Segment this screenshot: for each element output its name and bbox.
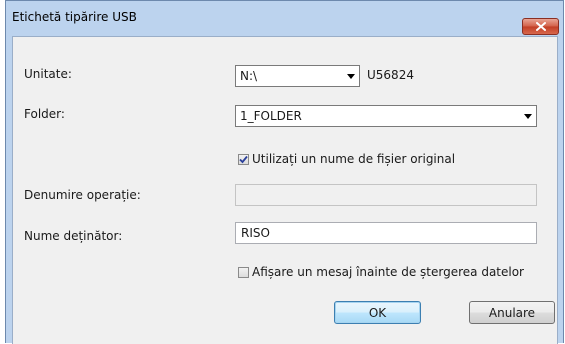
unit-device-id: U56824 bbox=[367, 68, 414, 82]
unit-label: Unitate: bbox=[24, 67, 72, 81]
job-name-input[interactable] bbox=[235, 184, 537, 206]
close-button[interactable] bbox=[522, 18, 559, 35]
title-bar[interactable]: Etichetă tipărire USB bbox=[6, 1, 563, 35]
window-title: Etichetă tipărire USB bbox=[12, 10, 137, 24]
checkbox-box[interactable] bbox=[238, 266, 249, 278]
show-delete-message-checkbox[interactable]: Afișare un mesaj înainte de ștergerea da… bbox=[238, 265, 524, 279]
unit-value: N:\ bbox=[240, 69, 258, 83]
unit-dropdown[interactable]: N:\ bbox=[235, 65, 360, 87]
dialog-content: Unitate: N:\ U56824 Folder: 1_FOLDER Uti… bbox=[12, 36, 558, 344]
folder-dropdown[interactable]: 1_FOLDER bbox=[235, 105, 537, 127]
folder-label: Folder: bbox=[24, 107, 65, 121]
close-icon bbox=[535, 22, 546, 31]
checkmark-icon bbox=[239, 155, 248, 163]
owner-name-label: Nume deținător: bbox=[24, 229, 123, 243]
cancel-button[interactable]: Anulare bbox=[469, 301, 555, 324]
folder-value: 1_FOLDER bbox=[240, 109, 302, 123]
dropdown-arrow-icon bbox=[343, 73, 359, 79]
dropdown-arrow-icon bbox=[520, 113, 536, 119]
show-delete-message-label: Afișare un mesaj înainte de ștergerea da… bbox=[252, 265, 524, 279]
ok-button[interactable]: OK bbox=[334, 301, 421, 324]
owner-name-input[interactable]: RISO bbox=[235, 222, 537, 244]
checkbox-box[interactable] bbox=[238, 153, 249, 165]
dialog-window: Etichetă tipărire USB Unitate: N:\ U5682… bbox=[5, 0, 564, 344]
job-name-label: Denumire operație: bbox=[24, 188, 141, 202]
use-original-name-checkbox[interactable]: Utilizați un nume de fișier original bbox=[238, 152, 455, 166]
use-original-name-label: Utilizați un nume de fișier original bbox=[252, 152, 456, 166]
